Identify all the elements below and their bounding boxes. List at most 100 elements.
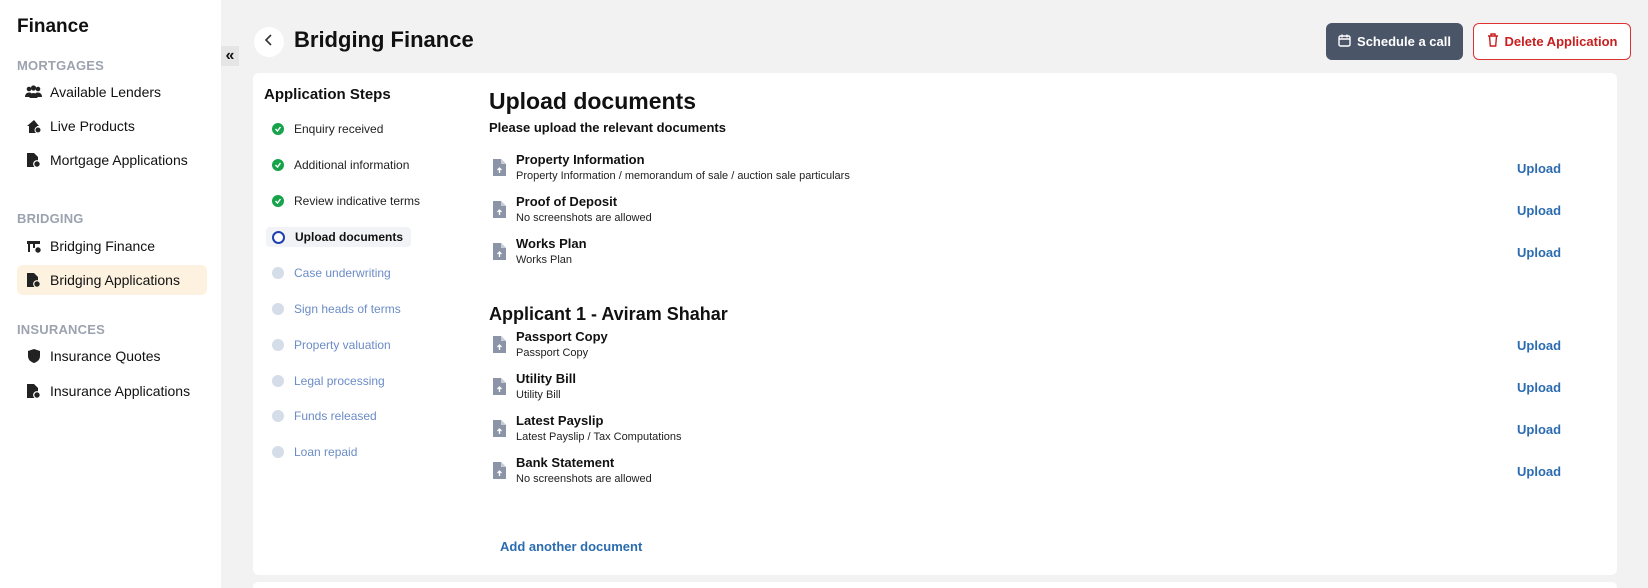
- sidebar: Finance MORTGAGES Available Lenders Live…: [0, 0, 221, 588]
- document-name: Bank Statement: [516, 455, 615, 470]
- pending-dot-icon: [272, 267, 284, 279]
- sidebar-item-label: Bridging Applications: [50, 272, 180, 288]
- file-icon: [25, 152, 42, 169]
- document-description: Works Plan: [516, 254, 573, 266]
- chevron-left-icon: [264, 33, 274, 51]
- step-item[interactable]: Legal processing: [272, 371, 385, 391]
- section-title: Upload documents: [489, 88, 697, 114]
- file-upload-icon: [492, 200, 507, 219]
- bridge-icon: [25, 238, 42, 255]
- upload-link[interactable]: Upload: [1517, 464, 1561, 479]
- upload-link[interactable]: Upload: [1517, 245, 1561, 260]
- sidebar-item-label: Insurance Quotes: [50, 348, 161, 364]
- page-title: Bridging Finance: [294, 27, 474, 52]
- document-description: No screenshots are allowed: [516, 212, 652, 224]
- add-document-link[interactable]: Add another document: [500, 539, 642, 554]
- upload-link[interactable]: Upload: [1517, 422, 1561, 437]
- step-label: Funds released: [294, 409, 377, 423]
- sidebar-item-label: Available Lenders: [50, 84, 162, 100]
- document-row: Property Information Property Informatio…: [492, 152, 1562, 188]
- sidebar-item-label: Mortgage Applications: [50, 152, 188, 168]
- upload-link[interactable]: Upload: [1517, 380, 1561, 395]
- sidebar-item-insurance-quotes[interactable]: Insurance Quotes: [17, 341, 207, 371]
- check-circle-icon: [272, 123, 284, 135]
- delete-application-label: Delete Application: [1504, 34, 1618, 49]
- sidebar-item-label: Live Products: [50, 118, 135, 134]
- step-item[interactable]: Case underwriting: [272, 263, 391, 283]
- sidebar-item-bridging-applications[interactable]: Bridging Applications: [17, 265, 207, 295]
- file-upload-icon: [492, 335, 507, 354]
- document-name: Proof of Deposit: [516, 194, 618, 209]
- delete-application-button[interactable]: Delete Application: [1473, 23, 1631, 60]
- step-item[interactable]: Property valuation: [272, 335, 391, 355]
- step-item[interactable]: Review indicative terms: [272, 191, 420, 211]
- file-upload-icon: [492, 158, 507, 177]
- schedule-call-button[interactable]: Schedule a call: [1326, 23, 1463, 60]
- document-description: Utility Bill: [516, 389, 561, 401]
- check-circle-icon: [272, 159, 284, 171]
- document-name: Utility Bill: [516, 371, 576, 386]
- sidebar-item-available-lenders[interactable]: Available Lenders: [17, 77, 207, 107]
- section-subtitle: Please upload the relevant documents: [489, 120, 726, 135]
- step-label: Additional information: [294, 158, 410, 172]
- step-item[interactable]: Funds released: [272, 406, 377, 426]
- file-upload-icon: [492, 377, 507, 396]
- step-item[interactable]: Additional information: [272, 155, 409, 175]
- document-description: Property Information / memorandum of sal…: [516, 170, 850, 182]
- document-row: Bank Statement No screenshots are allowe…: [492, 455, 1562, 491]
- calendar-icon: [1338, 34, 1351, 50]
- document-row: Works Plan Works Plan Upload: [492, 236, 1562, 272]
- step-label: Loan repaid: [294, 445, 358, 459]
- sidebar-item-live-products[interactable]: Live Products: [17, 111, 207, 141]
- document-row: Passport Copy Passport Copy Upload: [492, 329, 1562, 365]
- step-label: Sign heads of terms: [294, 302, 401, 316]
- sidebar-item-mortgage-applications[interactable]: Mortgage Applications: [17, 145, 207, 175]
- home-icon: [25, 118, 42, 135]
- file-icon: [25, 272, 42, 289]
- step-label: Review indicative terms: [294, 194, 421, 208]
- document-description: Latest Payslip / Tax Computations: [516, 431, 682, 443]
- step-item[interactable]: Sign heads of terms: [272, 299, 401, 319]
- schedule-call-label: Schedule a call: [1357, 34, 1451, 49]
- step-item[interactable]: Loan repaid: [272, 442, 357, 462]
- pending-dot-icon: [272, 303, 284, 315]
- current-step-icon: [272, 230, 285, 244]
- document-row: Latest Payslip Latest Payslip / Tax Comp…: [492, 413, 1562, 449]
- document-description: Passport Copy: [516, 347, 589, 359]
- sidebar-item-insurance-applications[interactable]: Insurance Applications: [17, 376, 207, 406]
- document-description: No screenshots are allowed: [516, 473, 652, 485]
- shield-icon: [25, 348, 42, 365]
- applicant-heading: Applicant 1 - Aviram Shahar: [489, 304, 728, 324]
- trash-icon: [1487, 33, 1499, 50]
- file-icon: [25, 383, 42, 400]
- upload-link[interactable]: Upload: [1517, 338, 1561, 353]
- pending-dot-icon: [272, 339, 284, 351]
- pending-dot-icon: [272, 446, 284, 458]
- file-upload-icon: [492, 419, 507, 438]
- document-name: Passport Copy: [516, 329, 608, 344]
- steps-title: Application Steps: [264, 86, 391, 103]
- sidebar-item-bridging-finance[interactable]: Bridging Finance: [17, 231, 207, 261]
- step-label: Legal processing: [294, 374, 385, 388]
- step-label: Enquiry received: [294, 122, 384, 136]
- section-label-mortgages: MORTGAGES: [17, 58, 105, 73]
- file-upload-icon: [492, 461, 507, 480]
- step-label: Property valuation: [294, 338, 391, 352]
- pending-dot-icon: [272, 410, 284, 422]
- file-upload-icon: [492, 242, 507, 261]
- step-item-current[interactable]: Upload documents: [266, 227, 412, 247]
- section-label-bridging: BRIDGING: [17, 211, 84, 226]
- upload-link[interactable]: Upload: [1517, 161, 1561, 176]
- document-name: Latest Payslip: [516, 413, 604, 428]
- users-icon: [25, 84, 42, 101]
- step-label: Case underwriting: [294, 266, 391, 280]
- back-button[interactable]: [254, 27, 284, 57]
- step-label: Upload documents: [295, 230, 404, 244]
- step-item[interactable]: Enquiry received: [272, 119, 383, 139]
- application-card: [253, 73, 1617, 575]
- brand-title: Finance: [17, 16, 89, 37]
- document-name: Property Information: [516, 152, 645, 167]
- upload-link[interactable]: Upload: [1517, 203, 1561, 218]
- sidebar-item-label: Insurance Applications: [50, 383, 191, 399]
- collapse-sidebar-button[interactable]: «: [221, 46, 239, 66]
